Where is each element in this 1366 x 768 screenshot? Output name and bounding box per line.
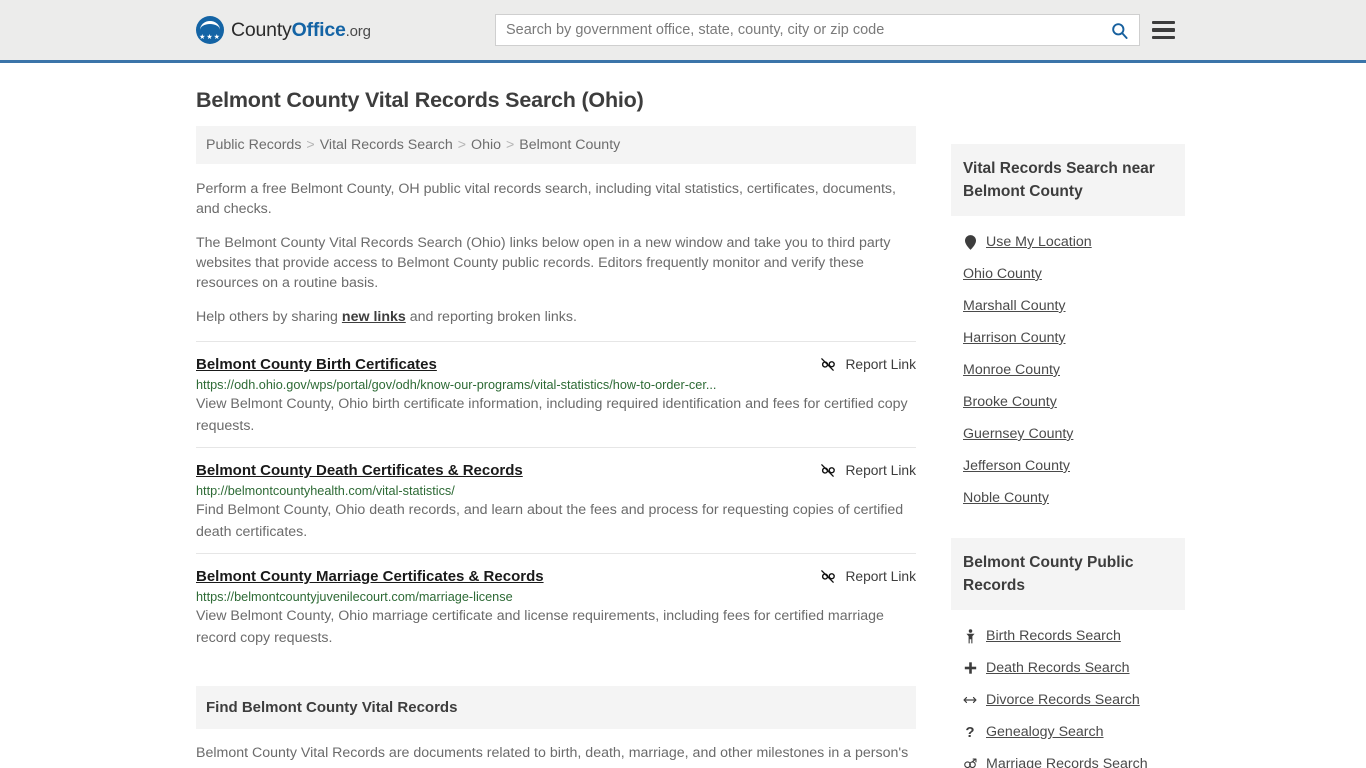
- sidebar-link-label[interactable]: Divorce Records Search: [986, 692, 1140, 708]
- result-item: Belmont County Death Certificates & Reco…: [196, 447, 916, 553]
- search-bar[interactable]: [495, 14, 1140, 46]
- sidebar-item-marshall-county[interactable]: Marshall County: [951, 290, 1185, 322]
- logo-text-part3: .org: [345, 22, 371, 40]
- sidebar-link-label[interactable]: Genealogy Search: [986, 724, 1104, 740]
- eagle-logo-icon: ★★★: [196, 16, 224, 44]
- location-pin-icon: [963, 234, 977, 250]
- result-description: Find Belmont County, Ohio death records,…: [196, 502, 904, 540]
- hamburger-bar: [1152, 35, 1175, 40]
- sidebar-link-label[interactable]: Guernsey County: [963, 426, 1073, 442]
- main-column: Public Records > Vital Records Search > Ohio…: [196, 126, 916, 764]
- broken-link-icon: [821, 358, 836, 371]
- report-link-button[interactable]: Report Link: [799, 568, 916, 585]
- logo-text: CountyOffice.org: [231, 19, 371, 42]
- sidebar-item-marriage-records-search[interactable]: Marriage Records Search: [951, 748, 1185, 768]
- sidebar-item-birth-records-search[interactable]: Birth Records Search: [951, 620, 1185, 652]
- sidebar-item-noble-county[interactable]: Noble County: [951, 482, 1185, 514]
- sidebar-item-death-records-search[interactable]: Death Records Search: [951, 652, 1185, 684]
- search-input[interactable]: [496, 15, 1099, 45]
- page-body: Belmont County Vital Records Search (Ohi…: [0, 88, 1366, 768]
- report-link-label: Report Link: [845, 463, 916, 478]
- result-title-link[interactable]: Belmont County Death Certificates & Reco…: [196, 462, 523, 479]
- breadcrumb: Public Records > Vital Records Search > Ohio…: [196, 126, 916, 164]
- search-icon: [1111, 22, 1128, 39]
- logo-stars: ★★★: [199, 34, 221, 41]
- search-button[interactable]: [1099, 15, 1139, 45]
- public-records-list: Birth Records Search Death Records Searc…: [951, 610, 1185, 768]
- logo-text-part2: Office: [291, 18, 346, 41]
- sidebar-item-brooke-county[interactable]: Brooke County: [951, 386, 1185, 418]
- breadcrumb-separator: >: [457, 137, 467, 153]
- breadcrumb-item-vital-records-search[interactable]: Vital Records Search: [320, 137, 453, 153]
- public-records-title: Belmont County Public Records: [951, 538, 1185, 610]
- sidebar-link-label[interactable]: Birth Records Search: [986, 628, 1121, 644]
- site-logo[interactable]: ★★★ CountyOffice.org: [196, 16, 371, 44]
- result-url: https://belmontcountyjuvenilecourt.com/m…: [196, 590, 513, 604]
- result-url: https://odh.ohio.gov/wps/portal/gov/odh/…: [196, 378, 717, 392]
- sidebar-link-label[interactable]: Jefferson County: [963, 458, 1070, 474]
- sidebar-item-guernsey-county[interactable]: Guernsey County: [951, 418, 1185, 450]
- result-url: http://belmontcountyhealth.com/vital-sta…: [196, 484, 455, 498]
- sidebar-item-use-my-location[interactable]: Use My Location: [951, 226, 1185, 258]
- report-link-label: Report Link: [845, 569, 916, 584]
- sidebar-item-jefferson-county[interactable]: Jefferson County: [951, 450, 1185, 482]
- result-title-link[interactable]: Belmont County Marriage Certificates & R…: [196, 568, 544, 585]
- page-title: Belmont County Vital Records Search (Ohi…: [196, 88, 644, 112]
- intro-paragraph-1: Perform a free Belmont County, OH public…: [196, 181, 896, 217]
- broken-link-icon: [821, 464, 836, 477]
- sidebar-link-label[interactable]: Marriage Records Search: [986, 756, 1148, 768]
- sidebar-item-harrison-county[interactable]: Harrison County: [951, 322, 1185, 354]
- question-mark-icon: ?: [965, 723, 975, 741]
- breadcrumb-separator: >: [506, 137, 515, 153]
- breadcrumb-separator: >: [306, 137, 315, 153]
- hamburger-bar: [1152, 28, 1175, 32]
- sidebar-link-label[interactable]: Brooke County: [963, 394, 1057, 410]
- help-text-after: and reporting broken links.: [405, 309, 577, 325]
- intro-paragraph-2: The Belmont County Vital Records Search …: [196, 235, 891, 291]
- logo-text-part1: County: [231, 18, 292, 41]
- help-paragraph: Help others by sharing new links and rep…: [196, 307, 916, 327]
- broken-link-icon: [821, 570, 836, 583]
- nearby-searches-title: Vital Records Search near Belmont County: [951, 144, 1185, 216]
- sidebar-link-label[interactable]: Noble County: [963, 490, 1049, 506]
- cross-icon: [963, 661, 977, 675]
- report-link-button[interactable]: Report Link: [799, 356, 916, 373]
- sidebar-link-label[interactable]: Use My Location: [986, 234, 1092, 250]
- baby-icon: [963, 628, 977, 644]
- site-header: ★★★ CountyOffice.org: [0, 0, 1366, 63]
- result-item: Belmont County Marriage Certificates & R…: [196, 553, 916, 659]
- find-records-text: Belmont County Vital Records are documen…: [196, 745, 909, 761]
- breadcrumb-item-belmont-county[interactable]: Belmont County: [519, 137, 620, 153]
- venus-mars-icon: [963, 757, 977, 768]
- result-description: View Belmont County, Ohio marriage certi…: [196, 608, 884, 646]
- sidebar-item-divorce-records-search[interactable]: Divorce Records Search: [951, 684, 1185, 716]
- report-link-button[interactable]: Report Link: [799, 462, 916, 479]
- report-link-label: Report Link: [845, 357, 916, 372]
- sidebar-item-genealogy-search[interactable]: ? Genealogy Search: [951, 716, 1185, 748]
- breadcrumb-item-ohio[interactable]: Ohio: [471, 137, 501, 153]
- new-links-link[interactable]: new links: [342, 309, 406, 325]
- sidebar-item-monroe-county[interactable]: Monroe County: [951, 354, 1185, 386]
- left-right-arrow-icon: [963, 694, 977, 706]
- nearby-searches-box: Vital Records Search near Belmont County…: [951, 144, 1185, 514]
- sidebar-item-ohio-county[interactable]: Ohio County: [951, 258, 1185, 290]
- hamburger-bar: [1152, 20, 1175, 25]
- hamburger-menu-icon[interactable]: [1152, 20, 1175, 40]
- nearby-county-list: Use My Location Ohio County Marshall Cou…: [951, 216, 1185, 514]
- sidebar-link-label[interactable]: Ohio County: [963, 266, 1042, 282]
- result-title-link[interactable]: Belmont County Birth Certificates: [196, 356, 437, 373]
- result-item: Belmont County Birth Certificates Report…: [196, 341, 916, 447]
- sidebar-link-label[interactable]: Monroe County: [963, 362, 1060, 378]
- sidebar: Vital Records Search near Belmont County…: [951, 126, 1185, 768]
- public-records-box: Belmont County Public Records Birth Reco…: [951, 538, 1185, 768]
- breadcrumb-item-public-records[interactable]: Public Records: [206, 137, 301, 153]
- sidebar-link-label[interactable]: Harrison County: [963, 330, 1066, 346]
- sidebar-link-label[interactable]: Marshall County: [963, 298, 1066, 314]
- sidebar-link-label[interactable]: Death Records Search: [986, 660, 1130, 676]
- help-text-before: Help others by sharing: [196, 309, 342, 325]
- find-records-heading: Find Belmont County Vital Records: [196, 686, 916, 729]
- result-description: View Belmont County, Ohio birth certific…: [196, 396, 908, 434]
